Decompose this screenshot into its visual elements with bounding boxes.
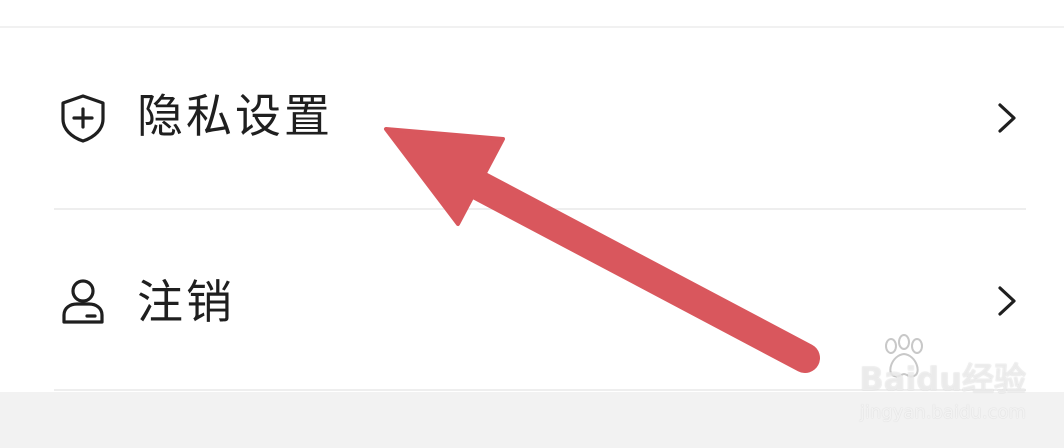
row-divider: [54, 208, 1026, 210]
logout-item[interactable]: 注销: [0, 240, 1064, 360]
user-icon: [62, 279, 104, 324]
logout-label: 注销: [137, 275, 235, 329]
shield-plus-icon: [61, 94, 105, 143]
row-divider: [54, 389, 1026, 391]
privacy-settings-item[interactable]: 隐私设置: [0, 58, 1064, 178]
top-divider: [0, 26, 1064, 28]
settings-screen: 隐私设置 注销 Baidu经验 jingyan.baidu.com: [0, 0, 1064, 448]
chevron-right-icon: [998, 103, 1016, 133]
footer-area: [0, 392, 1064, 448]
privacy-settings-label: 隐私设置: [137, 89, 333, 143]
chevron-right-icon: [998, 286, 1016, 316]
